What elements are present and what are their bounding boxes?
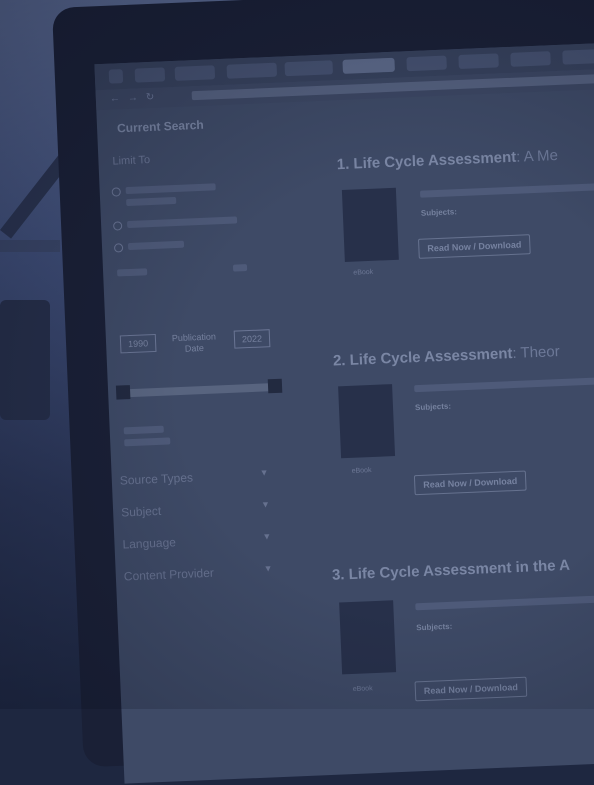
facet-label: Content Provider — [123, 565, 215, 584]
tab[interactable] — [108, 69, 124, 84]
result-subtitle: : Theor — [512, 343, 560, 363]
tab[interactable] — [510, 51, 551, 67]
facet-label: Language — [122, 535, 177, 552]
limit-checkbox[interactable] — [111, 187, 121, 197]
result-number: 2. — [332, 352, 346, 370]
authors-text — [414, 375, 594, 393]
tab[interactable] — [226, 62, 278, 79]
result-subjects: Subjects: — [416, 622, 452, 633]
read-now-download-button[interactable]: Read Now / Download — [414, 676, 528, 702]
facet-subject[interactable]: Subject ▼ — [120, 499, 270, 520]
limit-option — [125, 183, 216, 195]
authors-text — [419, 181, 594, 198]
tab[interactable] — [458, 53, 499, 70]
chevron-down-icon: ▼ — [260, 499, 271, 510]
year-to-input[interactable]: 2022 — [233, 329, 271, 349]
facet-label: Subject — [120, 503, 162, 520]
limit-option — [126, 216, 238, 229]
limit-option — [126, 196, 177, 207]
date-range-slider[interactable] — [115, 378, 283, 400]
read-now-download-button[interactable]: Read Now / Download — [417, 234, 531, 259]
show-more-link[interactable] — [124, 437, 171, 447]
result-title-text: Life Cycle Assessment — [349, 345, 513, 369]
tab[interactable] — [562, 48, 594, 65]
authors-text — [415, 593, 594, 611]
result-title[interactable]: 3. Life Cycle Assessment in the A — [332, 557, 571, 584]
tab-active[interactable] — [342, 57, 395, 74]
result-subjects: Subjects: — [415, 402, 451, 413]
book-cover[interactable] — [341, 187, 399, 262]
facet-source-types[interactable]: Source Types ▼ — [119, 467, 269, 488]
result-authors — [414, 375, 594, 394]
book-cover[interactable] — [339, 600, 397, 675]
from-label — [117, 268, 148, 277]
laptop: ←→↻ Current Search Limit To 1990 Publica… — [52, 0, 594, 784]
slider-handle-start[interactable] — [115, 385, 131, 400]
chevron-down-icon: ▼ — [259, 467, 269, 478]
limit-checkbox[interactable] — [112, 221, 123, 231]
tab[interactable] — [406, 55, 447, 72]
result-authors — [415, 593, 594, 612]
limit-to-heading: Limit To — [112, 154, 151, 168]
item-type-label: eBook — [352, 685, 373, 693]
result-number: 3. — [331, 566, 345, 584]
to-label — [232, 264, 248, 272]
subjects-label: Subjects: — [416, 621, 453, 633]
show-more-link[interactable] — [123, 425, 164, 435]
facet-label: Source Types — [119, 470, 194, 488]
current-search-heading: Current Search — [116, 117, 205, 136]
chair-back — [0, 300, 50, 420]
tab[interactable] — [174, 65, 216, 81]
result-title[interactable]: 2. Life Cycle Assessment: Theor — [333, 343, 560, 369]
result-subtitle: : A Me — [515, 146, 559, 166]
result-title[interactable]: 1. Life Cycle Assessment: A Me — [336, 147, 558, 173]
limit-option — [127, 240, 185, 251]
item-type-label: eBook — [351, 467, 372, 475]
laptop-screen: ←→↻ Current Search Limit To 1990 Publica… — [94, 40, 594, 784]
tab[interactable] — [134, 67, 166, 83]
facet-language[interactable]: Language ▼ — [122, 531, 271, 552]
subjects-label: Subjects: — [414, 401, 452, 413]
publication-date-label: Publication Date — [171, 331, 217, 354]
year-from-input[interactable]: 1990 — [119, 333, 157, 354]
read-now-download-button[interactable]: Read Now / Download — [413, 470, 527, 496]
result-subjects: Subjects: — [421, 207, 457, 218]
chevron-down-icon: ▼ — [263, 563, 273, 574]
result-title-text: Life Cycle Assessment — [353, 148, 517, 173]
limit-checkbox[interactable] — [113, 243, 124, 253]
book-cover[interactable] — [338, 384, 396, 459]
tab[interactable] — [284, 60, 334, 77]
nav-arrows-icon[interactable]: ←→↻ — [110, 91, 163, 104]
item-type-label: eBook — [353, 268, 374, 277]
chevron-down-icon: ▼ — [262, 531, 272, 542]
result-title-text: Life Cycle Assessment in the A — [348, 556, 571, 584]
facet-content-provider[interactable]: Content Provider ▼ — [123, 563, 273, 584]
result-number: 1. — [336, 155, 350, 174]
subjects-label: Subjects: — [420, 207, 458, 218]
chair-rail — [0, 240, 60, 252]
slider-handle-end[interactable] — [267, 378, 283, 394]
search-sidebar: Current Search Limit To 1990 Publication… — [96, 102, 313, 769]
result-authors — [419, 181, 594, 200]
